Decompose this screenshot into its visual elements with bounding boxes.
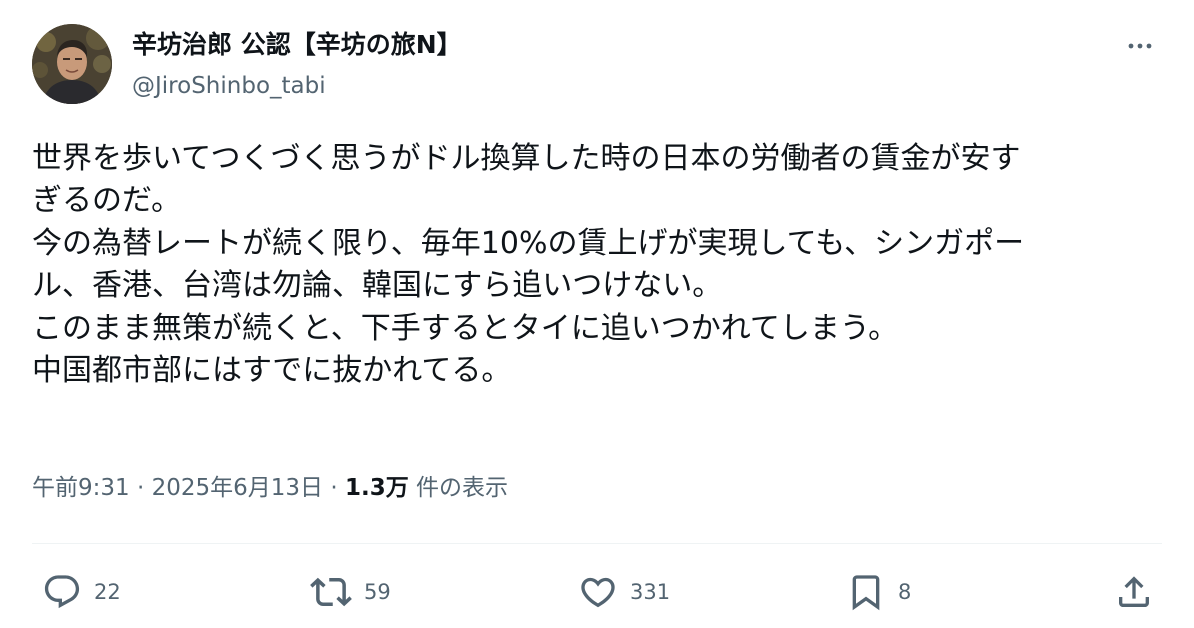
like-count: 331 [630, 580, 671, 604]
post-text-line: 世界を歩いてつくづく思うがドル換算した時の日本の労働者の賃金が安す [32, 141, 1021, 176]
post-text-line: ぎるのだ。 [32, 183, 182, 219]
post-text-line: 今の為替レートが続く限り、毎年10%の賃上げが実現しても、シンガポー [32, 225, 1025, 261]
repost-count: 59 [364, 580, 391, 604]
views-label: 件の表示 [408, 475, 509, 501]
repost-icon [310, 571, 352, 613]
bookmark-count: 8 [898, 580, 912, 604]
like-button[interactable]: 331 [578, 568, 670, 616]
post-text-line: このまま無策が続くと、下手するとタイに追いつかれてしまう。 [32, 310, 899, 346]
reply-icon [42, 572, 82, 612]
avatar-photo [32, 24, 112, 104]
post-text-line: ル、香港、台湾は勿論、韓国にすら追いつけない。 [32, 268, 723, 304]
author-avatar[interactable] [32, 24, 112, 104]
more-horizontal-icon [1128, 42, 1152, 50]
views-count[interactable]: 1.3万 [345, 475, 409, 501]
share-button[interactable] [1114, 568, 1154, 616]
reply-count: 22 [94, 580, 121, 604]
author-display-name[interactable]: 辛坊治郎 公認【辛坊の旅N】 [132, 28, 462, 62]
bookmark-button[interactable]: 8 [846, 568, 911, 616]
more-options-button[interactable] [1120, 30, 1160, 62]
post-date[interactable]: 2025年6月13日 [152, 475, 323, 501]
meta-separator: · [323, 475, 345, 501]
heart-icon [578, 572, 618, 612]
bookmark-icon [846, 572, 886, 612]
post-card: 辛坊治郎 公認【辛坊の旅N】 @JiroShinbo_tabi 世界を歩いてつく… [0, 0, 1194, 628]
meta-separator: · [129, 475, 152, 501]
post-text-line: 中国都市部にはすでに抜かれてる。 [32, 353, 512, 389]
repost-button[interactable]: 59 [310, 568, 391, 616]
share-icon [1114, 572, 1154, 612]
post-time[interactable]: 午前9:31 [32, 475, 130, 501]
divider [32, 543, 1162, 544]
reply-button[interactable]: 22 [42, 568, 121, 616]
post-text: 世界を歩いてつくづく思うがドル換算した時の日本の労働者の賃金が安す ぎるのだ。 … [32, 138, 1162, 392]
author-handle[interactable]: @JiroShinbo_tabi [132, 71, 326, 101]
post-metadata: 午前9:31 · 2025年6月13日 · 1.3万 件の表示 [32, 470, 508, 506]
action-bar: 22 59 331 8 [0, 568, 1194, 616]
